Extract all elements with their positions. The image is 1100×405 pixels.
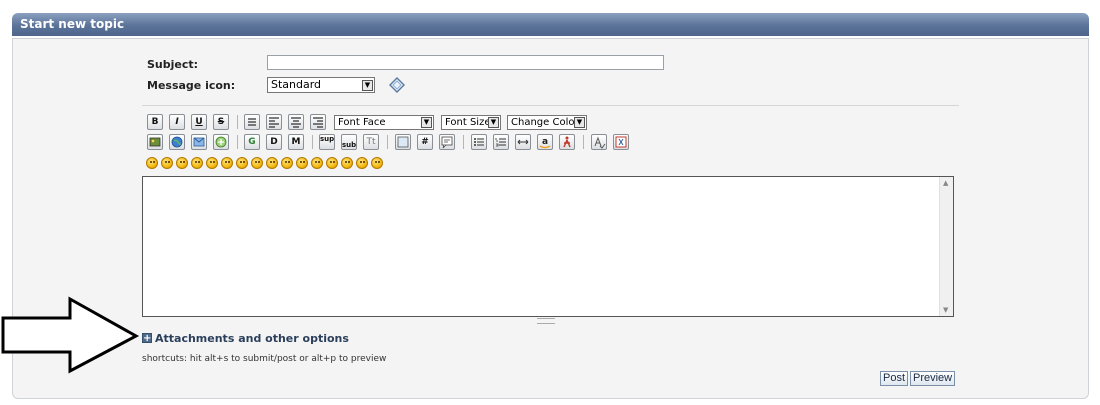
form-divider [142, 105, 959, 106]
pre-button[interactable] [244, 114, 260, 130]
attachments-toggle-link[interactable]: Attachments and other options [155, 332, 349, 345]
spell-check-button[interactable] [591, 134, 607, 150]
insert-quote-button[interactable] [439, 134, 455, 150]
shadow-button[interactable]: D [266, 134, 282, 150]
toolbar-separator [237, 115, 238, 129]
table-icon [397, 136, 409, 148]
section-header: Start new topic [12, 13, 1089, 36]
chevron-down-icon: ▼ [421, 117, 432, 128]
email-icon [193, 137, 205, 147]
smiley-grin-icon[interactable] [191, 157, 203, 169]
glow-button[interactable]: G [244, 134, 260, 150]
smiley-cool-icon[interactable] [251, 157, 263, 169]
align-center-icon [291, 117, 301, 128]
smiley-embarrassed-icon[interactable] [311, 157, 323, 169]
italic-button[interactable]: I [169, 114, 185, 130]
textarea-scrollbar[interactable]: ▲ ▼ [939, 177, 953, 316]
bold-button[interactable]: B [147, 114, 163, 130]
textarea-resize-handle[interactable] [537, 318, 555, 324]
bullet-list-button[interactable] [471, 134, 487, 150]
smiley-cheesy-icon[interactable] [176, 157, 188, 169]
smiley-angry-icon[interactable] [206, 157, 218, 169]
smiley-shocked-icon[interactable] [236, 157, 248, 169]
underline-button[interactable]: U [191, 114, 207, 130]
insert-code-button[interactable]: # [417, 134, 433, 150]
insert-link-button[interactable] [169, 134, 185, 150]
numbered-list-button[interactable] [493, 134, 509, 150]
smiley-lipsrsealed-icon[interactable] [326, 157, 338, 169]
bullet-list-icon [474, 138, 484, 146]
move-button[interactable] [559, 134, 575, 150]
align-right-button[interactable] [310, 114, 326, 130]
scroll-up-icon[interactable]: ▲ [943, 179, 948, 187]
marquee-button[interactable]: M [288, 134, 304, 150]
shortcuts-hint: shortcuts: hit alt+s to submit/post or a… [142, 354, 387, 364]
remove-formatting-icon [615, 136, 627, 148]
horizontal-rule-icon [517, 139, 529, 145]
smiley-kiss-icon[interactable] [356, 157, 368, 169]
toolbar-separator [583, 135, 584, 149]
chevron-down-icon: ▼ [574, 117, 585, 128]
scroll-down-icon[interactable]: ▼ [943, 306, 948, 314]
insert-image-button[interactable] [147, 134, 163, 150]
preview-button[interactable]: Preview [910, 371, 956, 386]
annotation-arrow-icon [1, 296, 140, 374]
align-center-button[interactable] [288, 114, 304, 130]
toolbar-separator [387, 135, 388, 149]
smiley-sad-icon[interactable] [221, 157, 233, 169]
chevron-down-icon: ▼ [488, 117, 499, 128]
numbered-list-icon [495, 138, 506, 147]
insert-ftp-button[interactable] [213, 134, 229, 150]
move-figure-icon [563, 136, 571, 148]
toolbar-separator [237, 135, 238, 149]
font-face-value: Font Face [338, 117, 386, 128]
ftp-icon [215, 136, 227, 148]
align-left-button[interactable] [266, 114, 282, 130]
font-size-value: Font Size [445, 117, 491, 128]
message-textarea[interactable]: ▲ ▼ [142, 176, 954, 317]
chevron-down-icon: ▼ [362, 80, 373, 91]
smiley-wink-icon[interactable] [161, 157, 173, 169]
insert-table-button[interactable] [395, 134, 411, 150]
align-left-icon [269, 117, 279, 128]
smiley-icon[interactable] [146, 157, 158, 169]
superscript-button[interactable]: sup [319, 134, 335, 150]
spell-check-icon [594, 136, 606, 149]
post-button[interactable]: Post [880, 371, 909, 386]
subject-label: Subject: [147, 58, 199, 71]
message-icon-label: Message icon: [147, 79, 236, 92]
expand-plus-icon[interactable]: + [142, 333, 152, 344]
smiley-undecided-icon[interactable] [341, 157, 353, 169]
message-icon-select[interactable]: Standard ▼ [267, 77, 375, 93]
subscript-button[interactable]: sub [341, 134, 357, 150]
svg-text:a: a [542, 137, 548, 147]
smiley-rolleyes-icon[interactable] [281, 157, 293, 169]
smiley-cry-icon[interactable] [371, 157, 383, 169]
change-color-select[interactable]: Change Color ▼ [507, 115, 587, 130]
globe-icon [171, 136, 183, 148]
message-icon-select-value: Standard [271, 78, 322, 91]
horizontal-rule-button[interactable] [515, 134, 531, 150]
toolbar-separator [463, 135, 464, 149]
toolbar-separator [312, 135, 313, 149]
strikethrough-button[interactable]: S [213, 114, 229, 130]
font-size-select[interactable]: Font Size ▼ [441, 115, 501, 130]
smiley-huh-icon[interactable] [266, 157, 278, 169]
insert-email-button[interactable] [191, 134, 207, 150]
smiley-tongue-icon[interactable] [296, 157, 308, 169]
teletype-button[interactable]: Tt [363, 134, 379, 150]
quote-icon [441, 136, 453, 149]
amazon-icon: a [539, 137, 551, 149]
change-color-value: Change Color [511, 117, 579, 128]
message-icon-preview-icon [389, 77, 405, 93]
remove-formatting-button[interactable] [613, 134, 629, 150]
amazon-button[interactable]: a [537, 134, 553, 150]
image-icon [149, 137, 161, 147]
align-right-icon [313, 117, 323, 128]
subject-input[interactable] [267, 55, 664, 70]
preformatted-icon [248, 118, 256, 126]
section-title: Start new topic [20, 17, 125, 31]
font-face-select[interactable]: Font Face ▼ [334, 115, 434, 130]
